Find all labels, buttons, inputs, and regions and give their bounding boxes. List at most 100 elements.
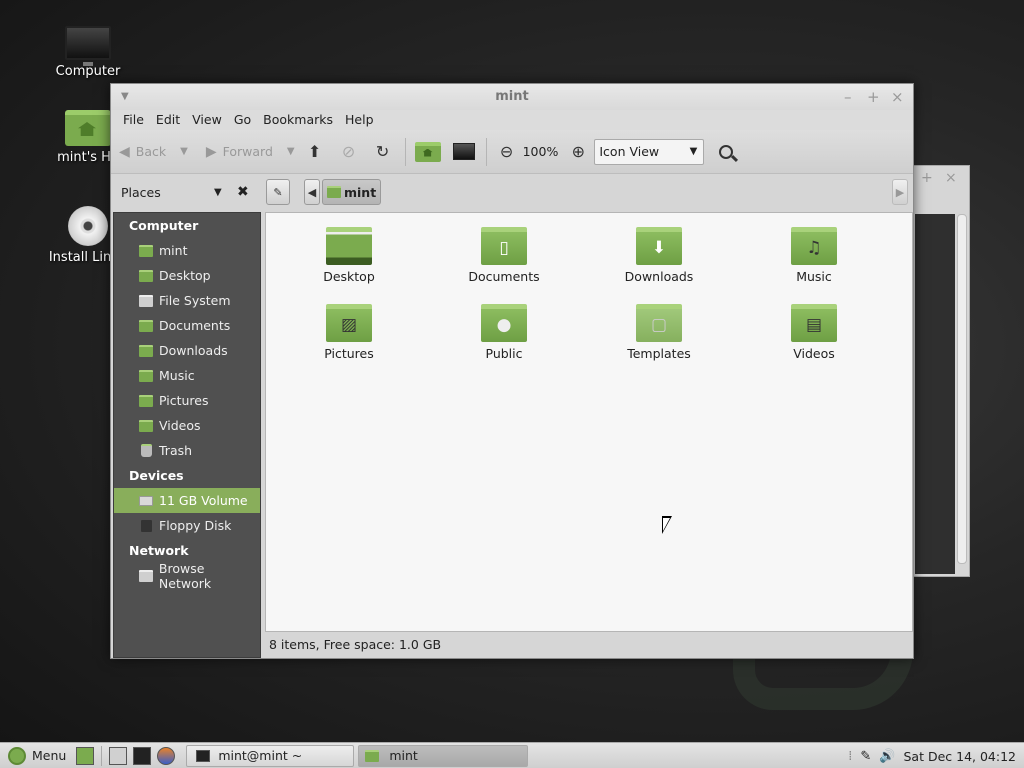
file-item-label: Pictures	[324, 346, 374, 361]
sidebar-item-label: Trash	[159, 443, 193, 458]
search-icon	[719, 144, 734, 159]
sidebar-item-trash[interactable]: Trash	[114, 438, 260, 463]
places-list: Computer mint Desktop File System Docume…	[113, 212, 261, 658]
sidebar-item-documents[interactable]: Documents	[114, 313, 260, 338]
home-button[interactable]	[414, 140, 442, 164]
sidebar-item-file-system[interactable]: File System	[114, 288, 260, 313]
background-window[interactable]: + ×	[912, 165, 970, 577]
back-button[interactable]: ◀ Back ▼	[119, 144, 188, 160]
network-icon[interactable]: ✎	[860, 749, 871, 764]
menu-edit[interactable]: Edit	[150, 110, 186, 130]
menu-bookmarks[interactable]: Bookmarks	[257, 110, 339, 130]
system-tray: ⁞ ✎ 🔊 Sat Dec 14, 04:12	[848, 743, 1024, 768]
toolbar-separator	[404, 137, 406, 166]
desktop-icon-computer[interactable]: Computer	[38, 26, 138, 79]
up-button[interactable]: ⬆	[303, 140, 327, 164]
view-mode-value: Icon View	[599, 144, 660, 159]
sidebar: Places ▼ ✖ Computer mint Desktop File Sy…	[113, 176, 261, 658]
scrollbar[interactable]	[957, 214, 967, 564]
zoom-in-button[interactable]: ⊕	[566, 140, 590, 164]
path-right-button[interactable]: ▶	[892, 179, 908, 205]
file-view[interactable]: Desktop ▯ Documents ⬇ Downloads ♫ Music …	[265, 212, 913, 632]
sidebar-item-music[interactable]: Music	[114, 363, 260, 388]
zoom-level: 100%	[522, 144, 559, 159]
minimize-button[interactable]: –	[844, 84, 852, 110]
sidebar-item-pictures[interactable]: Pictures	[114, 388, 260, 413]
file-item-music[interactable]: ♫ Music	[754, 227, 874, 284]
view-mode-select[interactable]: Icon View ▼	[594, 138, 705, 165]
status-bar: 8 items, Free space: 1.0 GB	[269, 637, 442, 652]
breadcrumb[interactable]: mint	[322, 179, 382, 205]
taskbar-item-files[interactable]: mint	[358, 744, 529, 767]
up-arrow-icon: ⬆	[307, 142, 322, 161]
sidebar-item-label: Videos	[159, 418, 201, 433]
file-item-desktop[interactable]: Desktop	[289, 227, 409, 284]
section-computer: Computer	[129, 218, 199, 233]
templates-folder-icon: ▢	[636, 304, 682, 342]
file-item-public[interactable]: ● Public	[444, 304, 564, 361]
menu-view[interactable]: View	[186, 110, 228, 130]
home-icon	[414, 141, 441, 162]
menu-button[interactable]: Menu	[32, 748, 66, 763]
menu-help[interactable]: Help	[339, 110, 380, 130]
maximize-button[interactable]: +	[867, 84, 880, 110]
pictures-folder-icon	[139, 394, 153, 407]
terminal-launcher-icon[interactable]	[133, 746, 152, 765]
back-label: Back	[135, 144, 167, 159]
back-arrow-icon: ◀	[119, 143, 130, 160]
volume-icon[interactable]: 🔊	[879, 749, 895, 764]
chevron-down-icon[interactable]: ▼	[214, 187, 222, 198]
files-launcher-icon[interactable]	[109, 746, 128, 765]
sidebar-item-label: 11 GB Volume	[159, 493, 248, 508]
title-bar[interactable]: ▼ mint – + ×	[111, 84, 913, 110]
sidebar-item-downloads[interactable]: Downloads	[114, 338, 260, 363]
file-item-label: Downloads	[624, 269, 694, 284]
stop-button[interactable]: ⊘	[337, 140, 361, 164]
home-folder-icon	[139, 244, 153, 257]
file-item-videos[interactable]: ▤ Videos	[754, 304, 874, 361]
menu-go[interactable]: Go	[228, 110, 257, 130]
maximize-icon[interactable]: +	[921, 170, 933, 186]
forward-button[interactable]: ▶ Forward ▼	[206, 144, 295, 160]
close-button[interactable]: ×	[891, 84, 904, 110]
menu-file[interactable]: File	[117, 110, 150, 130]
mint-logo-icon[interactable]	[8, 746, 26, 765]
music-folder-icon: ♫	[791, 227, 837, 265]
folder-icon	[365, 749, 380, 762]
file-item-pictures[interactable]: ▨ Pictures	[289, 304, 409, 361]
zoom-in-icon: ⊕	[571, 142, 586, 161]
sidebar-item-mint[interactable]: mint	[114, 238, 260, 263]
sidebar-item-floppy-disk[interactable]: Floppy Disk	[114, 513, 260, 538]
close-sidebar-icon[interactable]: ✖	[237, 184, 249, 200]
show-desktop-icon[interactable]	[76, 746, 95, 765]
reload-button[interactable]: ↻	[371, 140, 395, 164]
computer-icon	[65, 26, 111, 66]
taskbar-item-terminal[interactable]: mint@mint ~	[186, 744, 355, 767]
sidebar-title[interactable]: Places	[121, 185, 161, 200]
downloads-folder-icon: ⬇	[636, 227, 682, 265]
sidebar-item-videos[interactable]: Videos	[114, 413, 260, 438]
pencil-icon: ✎	[273, 185, 283, 199]
sidebar-item-11gb-volume[interactable]: 11 GB Volume	[114, 488, 260, 513]
toggle-location-button[interactable]: ✎	[266, 179, 290, 205]
forward-history-icon[interactable]: ▼	[287, 146, 295, 157]
computer-button[interactable]	[452, 140, 476, 164]
file-item-downloads[interactable]: ⬇ Downloads	[599, 227, 719, 284]
sidebar-item-desktop[interactable]: Desktop	[114, 263, 260, 288]
desktop-icon-label: Computer	[55, 64, 121, 79]
clock[interactable]: Sat Dec 14, 04:12	[903, 749, 1016, 764]
file-item-templates[interactable]: ▢ Templates	[599, 304, 719, 361]
sidebar-item-browse-network[interactable]: Browse Network	[114, 561, 260, 591]
window-menu-icon[interactable]: ▼	[121, 84, 129, 110]
firefox-launcher-icon[interactable]	[157, 746, 176, 765]
task-label: mint@mint ~	[218, 748, 303, 763]
back-history-icon[interactable]: ▼	[180, 146, 188, 157]
chevron-down-icon: ▼	[689, 146, 698, 157]
drive-icon	[139, 495, 153, 506]
path-left-button[interactable]: ◀	[304, 179, 320, 205]
file-item-documents[interactable]: ▯ Documents	[444, 227, 564, 284]
zoom-out-button[interactable]: ⊖	[495, 140, 519, 164]
close-icon[interactable]: ×	[945, 170, 957, 186]
documents-folder-icon	[139, 319, 153, 332]
search-button[interactable]	[714, 140, 738, 164]
